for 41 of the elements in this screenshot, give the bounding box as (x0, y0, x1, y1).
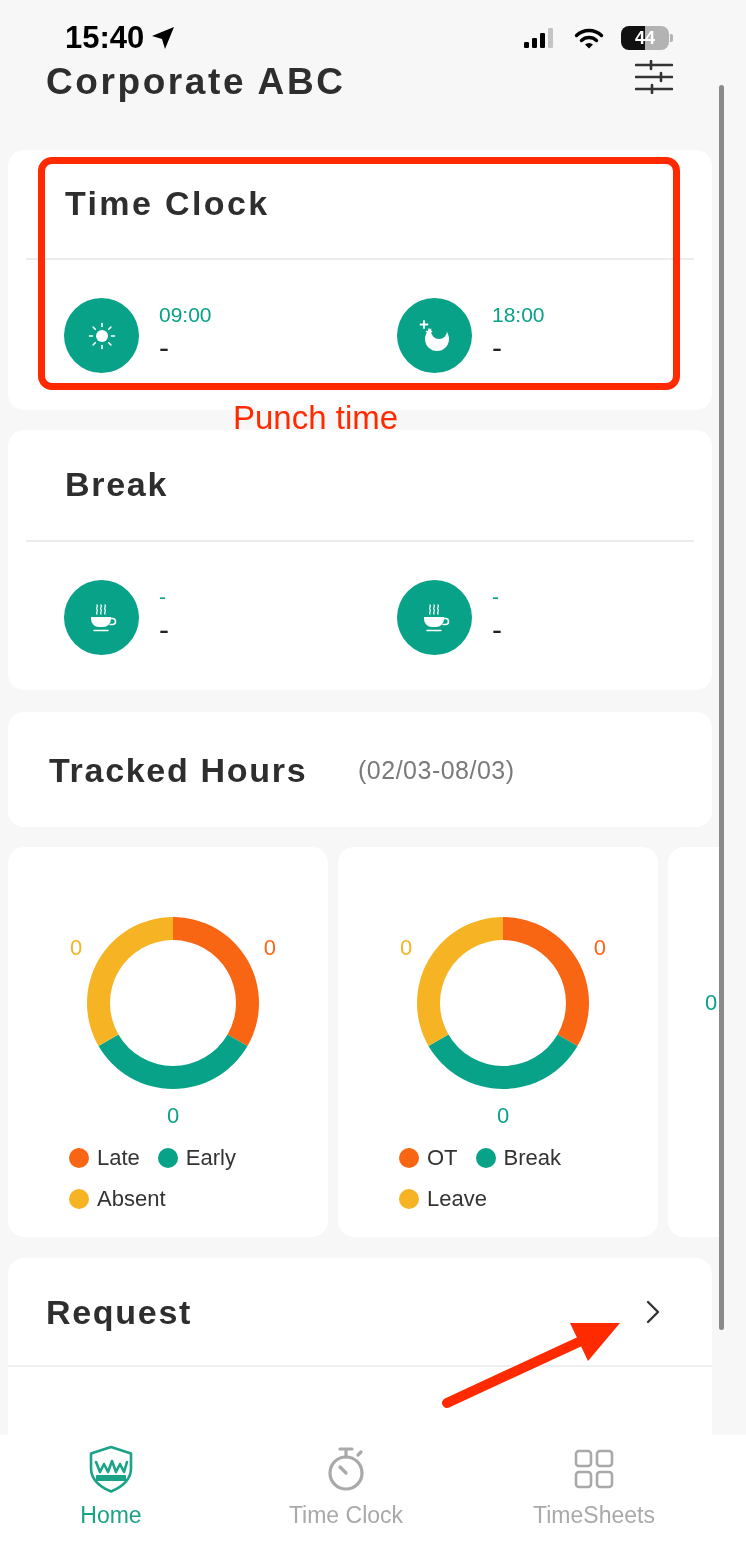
recorded-value: - (492, 331, 503, 365)
slice-value: 0 (399, 934, 413, 960)
company-title: Corporate ABC (46, 60, 346, 104)
slice-value: 0 (705, 990, 718, 1015)
card-title: Break (65, 465, 168, 503)
time-label: - (159, 584, 167, 610)
chevron-right-icon[interactable] (644, 1298, 662, 1325)
nav-tab[interactable]: TimeSheets (470, 1435, 718, 1552)
clock-time: 15:40 (65, 20, 145, 56)
location-arrow-icon (151, 26, 176, 50)
recorded-value: - (492, 613, 502, 647)
card-title: Request (46, 1291, 193, 1332)
time-label: - (492, 584, 500, 610)
wifi-icon (574, 27, 604, 49)
slice-value: 0 (263, 934, 277, 960)
signal-icon (524, 28, 554, 48)
nav-tab[interactable]: Time Clock (222, 1435, 470, 1552)
recorded-value: - (159, 331, 170, 365)
legend-label: Late (97, 1144, 140, 1172)
nav-tab[interactable]: Home (0, 1435, 222, 1552)
card-title: Time Clock (65, 184, 270, 222)
legend-label: Break (503, 1144, 562, 1172)
sliders-icon[interactable] (635, 60, 673, 94)
legend-label: Leave (427, 1185, 487, 1213)
legend-label: OT (427, 1144, 458, 1172)
time-label: 18:00 (492, 302, 545, 328)
grid-icon[interactable] (574, 1449, 614, 1489)
legend-label: Early (185, 1144, 236, 1172)
legend-label: Absent (97, 1185, 166, 1213)
slice-value: 0 (593, 934, 607, 960)
recorded-value: - (159, 613, 169, 647)
slice-value: 0 (69, 934, 83, 960)
card-title: Tracked Hours (49, 750, 308, 789)
battery-percentage: 44 (635, 28, 655, 48)
shield-logo-icon[interactable] (88, 1445, 134, 1493)
slice-value: 0 (166, 1102, 180, 1128)
time-label: 09:00 (159, 302, 212, 328)
stopwatch-icon[interactable] (326, 1446, 366, 1492)
date-range: (02/03-08/03) (358, 754, 515, 786)
annotation-label: Punch time (233, 398, 399, 438)
slice-value: 0 (496, 1102, 510, 1128)
